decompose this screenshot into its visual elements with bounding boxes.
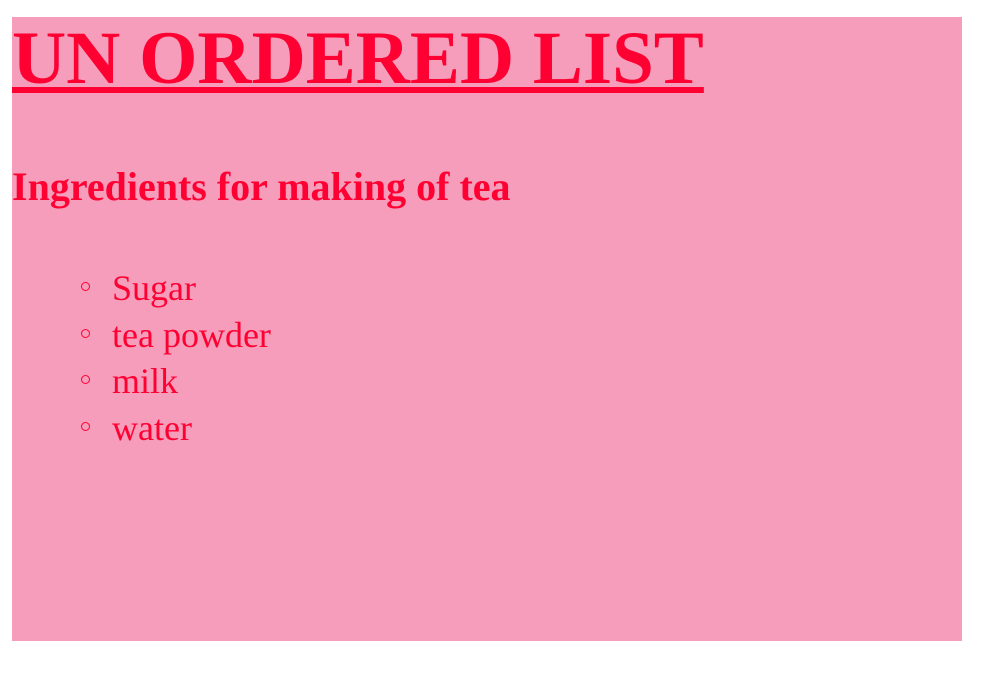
circle-bullet-icon <box>81 375 90 384</box>
list-item-text: tea powder <box>112 314 271 355</box>
ingredients-list: Sugar tea powder milk water <box>12 265 271 451</box>
list-item-text: milk <box>112 361 179 401</box>
circle-bullet-icon <box>81 328 90 338</box>
list-item: milk <box>12 358 271 405</box>
list-item: Sugar <box>12 265 271 312</box>
list-item-text: water <box>112 407 192 448</box>
section-subtitle: Ingredients for making of tea <box>12 164 511 209</box>
list-item: water <box>12 405 271 452</box>
content-panel: UN ORDERED LIST Ingredients for making o… <box>12 17 962 641</box>
list-item-text: Sugar <box>112 268 196 308</box>
page-title: UN ORDERED LIST <box>12 17 704 100</box>
circle-bullet-icon <box>81 421 90 431</box>
circle-bullet-icon <box>81 282 90 291</box>
list-item: tea powder <box>12 312 271 359</box>
